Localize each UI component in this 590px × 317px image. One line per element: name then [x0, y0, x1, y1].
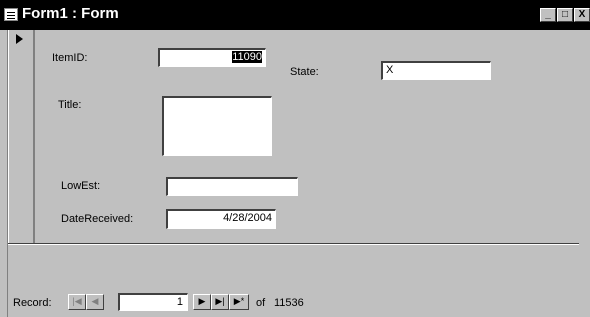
form-icon[interactable] [4, 8, 18, 21]
first-record-button[interactable]: |◀ [68, 294, 86, 310]
total-records: 11536 [274, 297, 304, 309]
record-label: Record: [13, 297, 52, 309]
record-selector[interactable] [8, 30, 35, 243]
previous-record-button[interactable]: ◀ [86, 294, 104, 310]
datereceived-field[interactable]: 4/28/2004 [166, 209, 276, 229]
new-record-button[interactable]: ▶* [229, 294, 249, 310]
maximize-button[interactable]: □ [557, 8, 573, 22]
itemid-value: 11090 [232, 51, 262, 63]
title-bar[interactable]: Form1 : Form _ □ X [0, 0, 590, 30]
close-button[interactable]: X [574, 8, 590, 22]
datereceived-label: DateReceived: [61, 213, 134, 225]
title-label: Title: [58, 99, 82, 111]
window-title: Form1 : Form [22, 5, 119, 22]
state-field[interactable]: X [381, 61, 491, 80]
of-label: of [256, 297, 266, 309]
lowest-field[interactable] [166, 177, 298, 196]
form-footer-separator [8, 243, 579, 245]
title-field[interactable] [162, 96, 272, 156]
state-label: State: [290, 66, 319, 78]
last-record-button[interactable]: ▶| [211, 294, 229, 310]
itemid-label: ItemID: [52, 52, 88, 64]
current-record-field[interactable]: 1 [118, 293, 188, 311]
next-record-button[interactable]: ▶ [193, 294, 211, 310]
lowest-label: LowEst: [61, 180, 101, 192]
itemid-field[interactable]: 11090 [158, 48, 266, 67]
current-record-icon [16, 34, 23, 44]
form-left-border [0, 30, 8, 317]
minimize-button[interactable]: _ [540, 8, 556, 22]
